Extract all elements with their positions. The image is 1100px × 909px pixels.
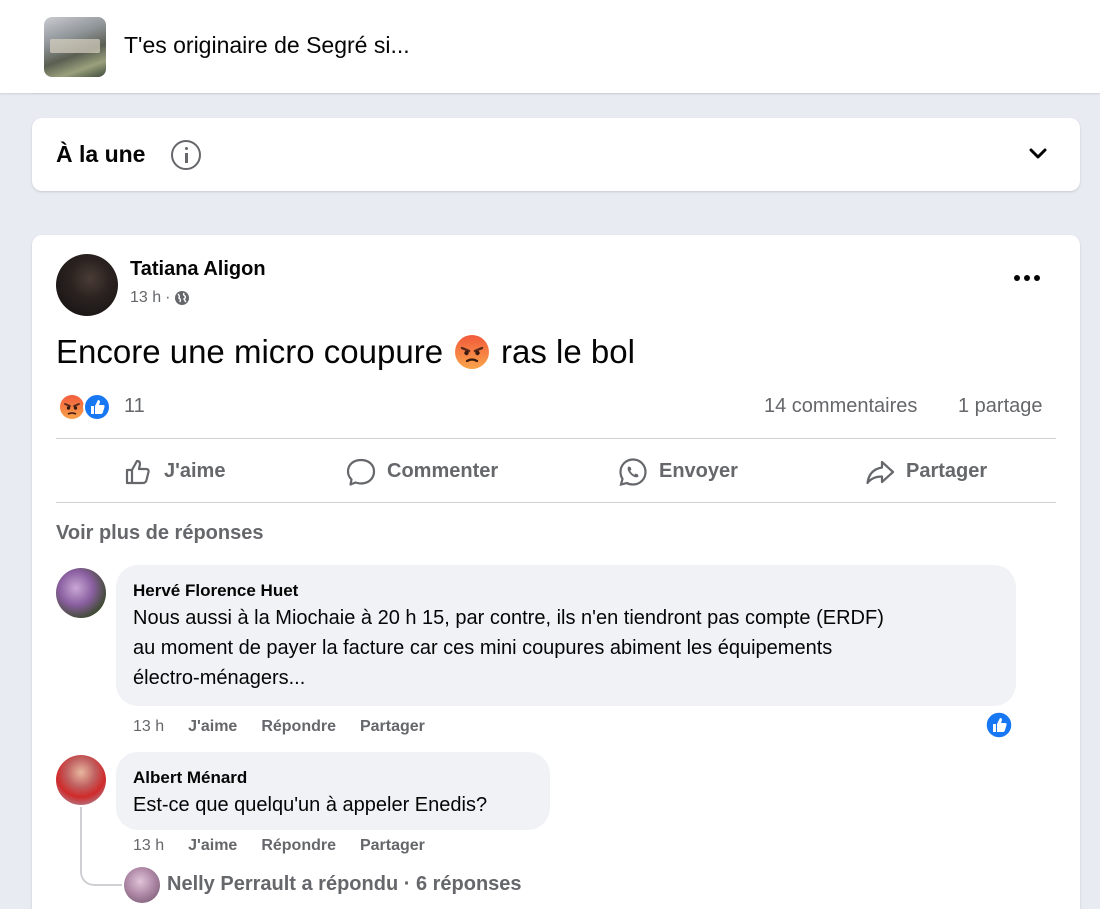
like-button[interactable]: J'aime [122, 440, 225, 503]
post-time[interactable]: 13 h [130, 289, 161, 307]
comment-button[interactable]: Commenter [345, 440, 498, 503]
angry-face-icon [455, 335, 490, 369]
comment-line: au moment de payer la facture car ces mi… [133, 637, 833, 659]
view-replies-link[interactable]: Nelly Perrault a répondu · 6 réponses [167, 873, 522, 896]
globe-icon [175, 291, 190, 305]
post-text: Encore une micro coupure ras le bol [56, 333, 635, 371]
comment-author[interactable]: Albert Ménard [133, 768, 247, 788]
comment-reply-button[interactable]: Répondre [261, 837, 336, 855]
send-label: Envoyer [659, 460, 738, 482]
comment-bubble: Albert Ménard Est-ce que quelqu'un à app… [116, 752, 550, 830]
comment-share-button[interactable]: Partager [360, 837, 425, 855]
sort-label: À la une [56, 141, 146, 167]
more-options-icon[interactable] [1012, 273, 1042, 283]
sort-selector[interactable]: À la une [32, 118, 1080, 191]
post-meta: 13 h · [130, 289, 190, 307]
reaction-icons[interactable] [56, 392, 120, 422]
avatar[interactable] [56, 755, 106, 805]
comment-time[interactable]: 13 h [133, 718, 164, 736]
like-reaction-icon[interactable] [985, 711, 1013, 739]
post-text-after: ras le bol [501, 333, 635, 370]
thumbs-up-icon [125, 459, 150, 484]
header-divider [32, 93, 1079, 94]
whatsapp-icon [619, 457, 647, 486]
reaction-count[interactable]: 11 [124, 395, 145, 418]
share-icon [866, 460, 895, 484]
comment-bubble: Hervé Florence Huet Nous aussi à la Mioc… [116, 565, 1016, 706]
comment-icon [346, 458, 376, 486]
group-header: T'es originaire de Segré si... [0, 0, 1100, 93]
comment-text: Nous aussi à la Miochaie à 20 h 15, par … [133, 603, 884, 693]
group-thumbnail[interactable] [44, 17, 106, 77]
comment-actions: 13 h J'aime Répondre Partager [133, 718, 425, 736]
comment-line: Est-ce que quelqu'un à appeler Enedis? [133, 794, 488, 816]
avatar[interactable] [56, 568, 106, 618]
comment-like-button[interactable]: J'aime [188, 718, 237, 736]
post-text-before: Encore une micro coupure [56, 333, 444, 370]
like-label: J'aime [164, 460, 226, 482]
info-icon[interactable] [171, 140, 201, 170]
comment-like-button[interactable]: J'aime [188, 837, 237, 855]
comments-count[interactable]: 14 commentaires [764, 395, 917, 418]
group-title[interactable]: T'es originaire de Segré si... [124, 32, 410, 59]
reply-thread-line [80, 807, 122, 886]
divider [56, 438, 1056, 439]
comment-actions: 13 h J'aime Répondre Partager [133, 837, 425, 855]
avatar[interactable] [56, 254, 118, 316]
share-button[interactable]: Partager [864, 440, 987, 503]
reactions-row: 11 14 commentaires 1 partage [56, 390, 1056, 422]
divider [56, 502, 1056, 503]
comment-line: électro-ménagers... [133, 667, 306, 689]
comment-line: Nous aussi à la Miochaie à 20 h 15, par … [133, 607, 884, 629]
comment-author[interactable]: Hervé Florence Huet [133, 581, 298, 601]
comment-label: Commenter [387, 460, 499, 482]
comment-text: Est-ce que quelqu'un à appeler Enedis? [133, 790, 487, 820]
send-button[interactable]: Envoyer [617, 440, 738, 503]
comment-share-button[interactable]: Partager [360, 718, 425, 736]
more-replies-link[interactable]: Voir plus de réponses [56, 522, 263, 545]
post-card: Tatiana Aligon 13 h · Encore une micro c… [32, 235, 1080, 909]
post-actions: J'aime Commenter Envoyer Partager [56, 440, 1056, 503]
avatar[interactable] [124, 867, 160, 903]
share-label: Partager [906, 460, 988, 482]
comment-reply-button[interactable]: Répondre [261, 718, 336, 736]
comment-time[interactable]: 13 h [133, 837, 164, 855]
shares-count[interactable]: 1 partage [958, 395, 1043, 418]
chevron-down-icon[interactable] [1028, 144, 1048, 164]
meta-separator: · [165, 289, 171, 306]
post-author[interactable]: Tatiana Aligon [130, 258, 266, 281]
